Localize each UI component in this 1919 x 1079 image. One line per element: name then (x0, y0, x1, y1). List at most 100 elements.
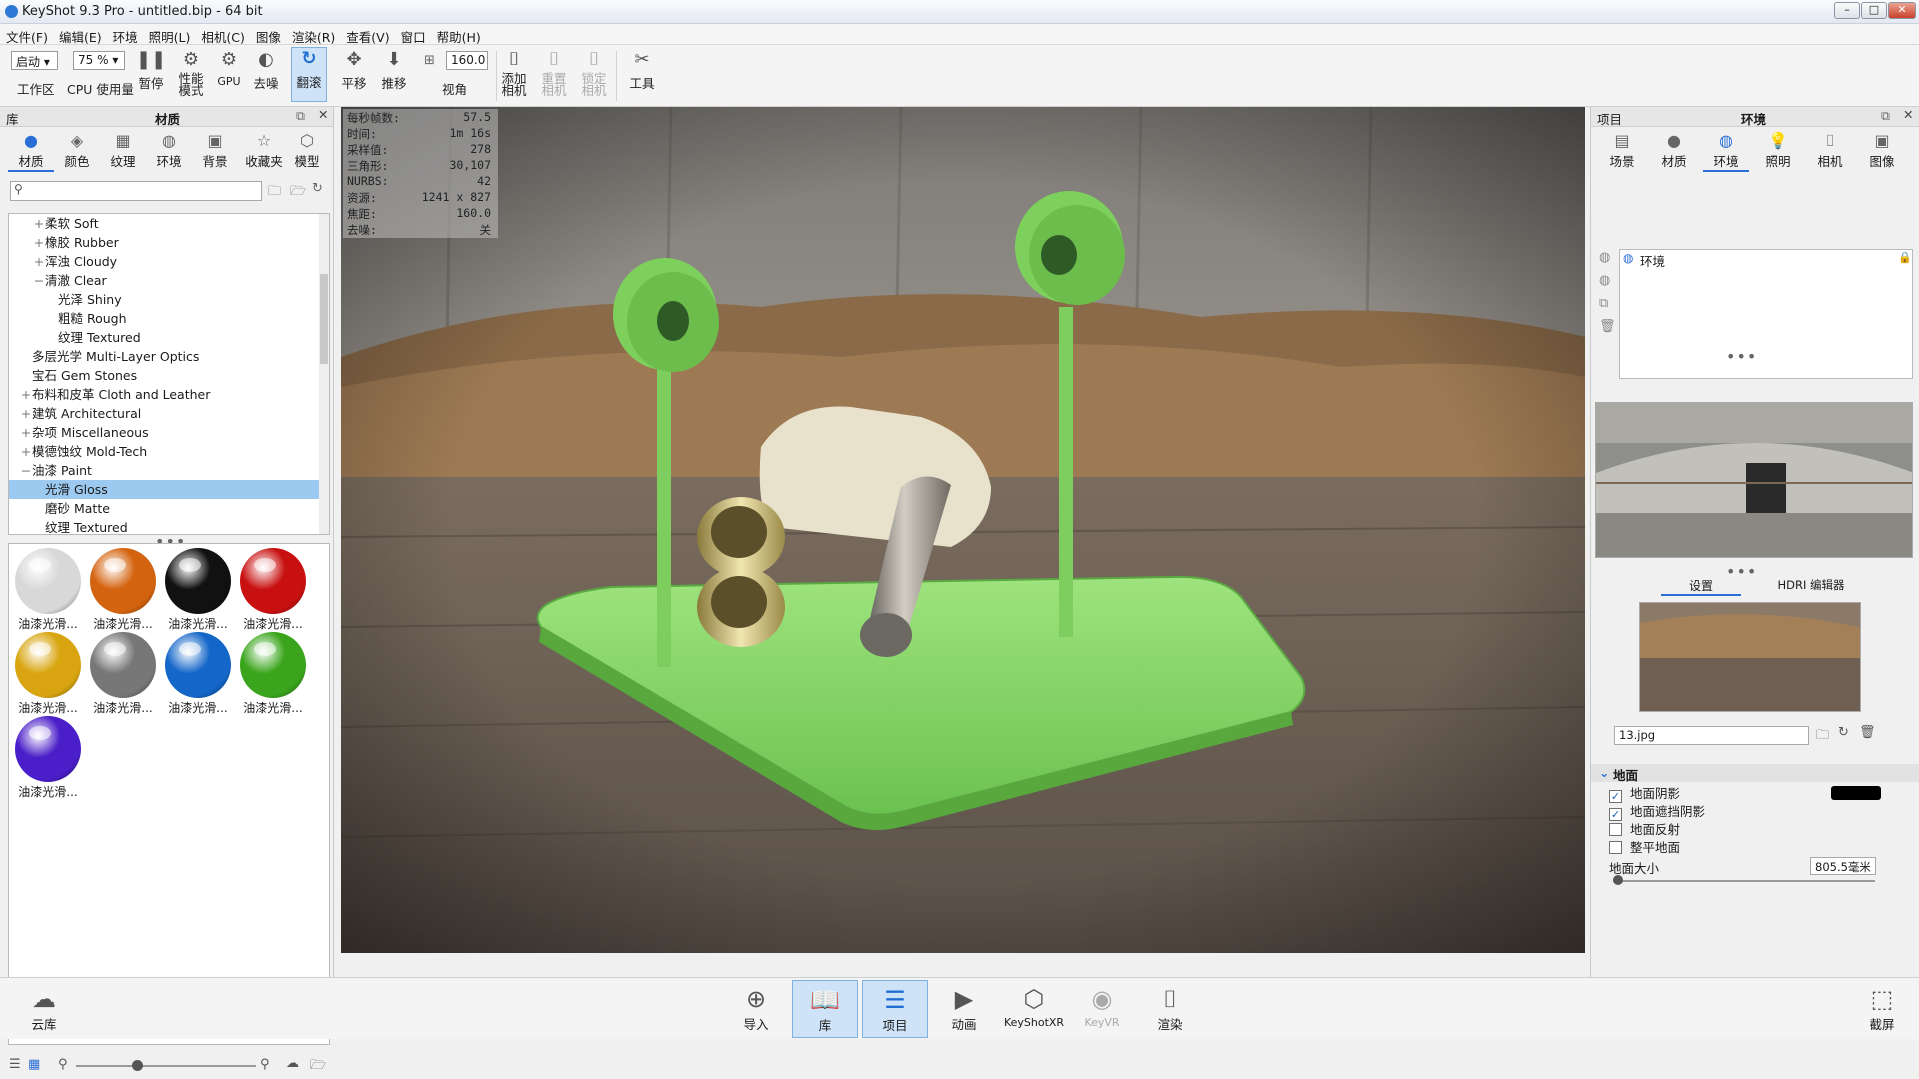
tree-item[interactable]: 磨砂 Matte (9, 499, 319, 518)
checkbox[interactable] (1609, 823, 1622, 836)
expand-toggle-icon[interactable]: − (20, 461, 32, 480)
reload-icon[interactable]: ↻ (1838, 725, 1849, 740)
zoom-in-icon[interactable]: ⚲ (260, 1057, 270, 1072)
tab-camera[interactable]: ⌷ 相机 (1807, 131, 1853, 170)
tab-environment[interactable]: ◍ 环境 (1703, 131, 1749, 172)
tab-models[interactable]: ⬡ 模型 (284, 131, 330, 170)
menu-file[interactable]: 文件(F) (0, 24, 53, 46)
tab-colors[interactable]: ◈ 颜色 (54, 131, 100, 170)
lock-camera-button[interactable]: ⌷ 锁定 相机 (578, 49, 610, 97)
menu-edit[interactable]: 编辑(E) (53, 24, 107, 46)
tree-item[interactable]: 多层光学 Multi-Layer Optics (9, 347, 319, 366)
reset-camera-button[interactable]: ⌷ 重置 相机 (538, 49, 570, 97)
tree-item[interactable]: 光滑 Gloss (9, 480, 319, 499)
menu-view[interactable]: 查看(V) (340, 24, 394, 46)
expand-toggle-icon[interactable]: + (20, 385, 32, 404)
tab-materials[interactable]: ● 材质 (8, 131, 54, 172)
ground-option[interactable]: ✓ 地面阴影 (1609, 785, 1680, 805)
library-search-input[interactable]: ⚲ (10, 181, 262, 201)
menu-image[interactable]: 图像 (250, 24, 286, 46)
tab-lighting[interactable]: 💡 照明 (1755, 131, 1801, 170)
undock-icon[interactable]: ⧉ (296, 108, 305, 124)
close-button[interactable]: ✕ (1888, 2, 1916, 19)
ground-option[interactable]: 整平地面 (1609, 839, 1680, 859)
render-viewport[interactable]: 每秒帧数: 57.5 时间: 1m 16s 采样值: 278 三角形: 30,107 NURBS… (341, 107, 1585, 953)
import-folder-icon[interactable]: 🗁 (310, 1056, 326, 1078)
expand-toggle-icon[interactable]: + (20, 423, 32, 442)
tree-item[interactable]: 光泽 Shiny (9, 290, 319, 309)
gpu-button[interactable]: ⚙ GPU (214, 49, 244, 88)
expand-toggle-icon[interactable]: + (33, 214, 45, 233)
tree-item[interactable]: +建筑 Architectural (9, 404, 319, 423)
list-view-icon[interactable]: ☰ (9, 1057, 21, 1072)
ground-section-header[interactable]: ⌄ 地面 (1591, 764, 1919, 783)
cloud-library-button[interactable]: ☁ 云库 (14, 984, 74, 1033)
expand-toggle-icon[interactable]: − (33, 271, 45, 290)
dolly-button[interactable]: ⬇ 推移 (378, 49, 410, 92)
slider-handle[interactable] (1613, 875, 1623, 885)
maximize-button[interactable]: □ (1861, 2, 1887, 19)
environment-file-input[interactable]: 13.jpg (1614, 726, 1809, 745)
performance-mode-button[interactable]: ⚙ 性能 模式 (175, 49, 207, 97)
material-thumbnail[interactable]: 油漆光滑... (88, 548, 158, 632)
lock-icon[interactable]: 🔒 (1898, 251, 1912, 264)
open-file-icon[interactable]: 🗀 (1816, 726, 1829, 748)
material-thumbnail[interactable]: 油漆光滑... (13, 548, 83, 632)
delete-icon[interactable]: 🗑 (1859, 725, 1876, 740)
material-thumbnail[interactable]: 油漆光滑... (163, 548, 233, 632)
keyshotxr-button[interactable]: ⬡ KeyShotXR (1000, 984, 1068, 1029)
tree-item[interactable]: 粗糙 Rough (9, 309, 319, 328)
fov-input[interactable]: 160.0 (446, 51, 488, 70)
tree-item[interactable]: 宝石 Gem Stones (9, 366, 319, 385)
tumble-button[interactable]: ↻ 翻滚 (291, 47, 327, 102)
checkbox[interactable]: ✓ (1609, 790, 1622, 803)
tab-environments[interactable]: ◍ 环境 (146, 131, 192, 170)
material-thumbnail[interactable]: 油漆光滑... (238, 632, 308, 716)
tab-backplates[interactable]: ▣ 背景 (192, 131, 238, 170)
pan-button[interactable]: ✥ 平移 (338, 49, 370, 92)
menu-lighting[interactable]: 照明(L) (143, 24, 196, 46)
hdri-preview[interactable] (1595, 402, 1913, 558)
close-icon[interactable]: ✕ (318, 107, 328, 122)
tree-item[interactable]: 纹理 Textured (9, 328, 319, 347)
thumbnail-size-slider[interactable] (76, 1065, 256, 1067)
tab-image[interactable]: ▣ 图像 (1859, 131, 1905, 170)
scrollbar-thumb[interactable] (320, 274, 328, 364)
splitter-handle[interactable]: ••• (1726, 347, 1757, 366)
project-button[interactable]: ☰ 项目 (862, 980, 928, 1038)
material-thumbnail[interactable]: 油漆光滑... (13, 716, 83, 800)
shadow-color-swatch[interactable] (1831, 786, 1881, 800)
animation-button[interactable]: ▶ 动画 (934, 984, 994, 1033)
material-thumbnail[interactable]: 油漆光滑... (88, 632, 158, 716)
tab-settings[interactable]: 设置 (1661, 577, 1741, 596)
tools-button[interactable]: ✂ 工具 (624, 49, 660, 92)
minimize-button[interactable]: – (1834, 2, 1860, 19)
material-thumbnail[interactable]: 油漆光滑... (163, 632, 233, 716)
ground-size-input[interactable]: 805.5毫米 (1810, 857, 1876, 875)
environment-item[interactable]: 环境 (1640, 251, 1665, 270)
tree-item[interactable]: −油漆 Paint (9, 461, 319, 480)
slider-handle[interactable] (132, 1060, 143, 1071)
tree-item[interactable]: +杂项 Miscellaneous (9, 423, 319, 442)
tree-item[interactable]: −清澈 Clear (9, 271, 319, 290)
tree-item[interactable]: +橡胶 Rubber (9, 233, 319, 252)
tab-favorites[interactable]: ☆ 收藏夹 (238, 131, 290, 170)
new-folder-icon[interactable]: 🗁 (290, 182, 306, 204)
workspace-select[interactable]: 启动 ▾ (11, 51, 58, 70)
tab-material[interactable]: ● 材质 (1651, 131, 1697, 170)
copy-environment-icon[interactable]: ⧉ (1599, 296, 1608, 311)
tree-item[interactable]: +模德蚀纹 Mold-Tech (9, 442, 319, 461)
delete-icon[interactable]: 🗑 (1599, 319, 1616, 334)
tab-hdri-editor[interactable]: HDRI 编辑器 (1761, 577, 1861, 593)
add-environment-icon[interactable]: ◍ (1599, 250, 1610, 265)
close-icon[interactable]: ✕ (1903, 107, 1913, 122)
material-thumbnail[interactable]: 油漆光滑... (238, 548, 308, 632)
duplicate-environment-icon[interactable]: ◍ (1599, 273, 1610, 288)
menu-help[interactable]: 帮助(H) (431, 24, 486, 46)
checkbox[interactable] (1609, 841, 1622, 854)
tree-item[interactable]: +布料和皮革 Cloth and Leather (9, 385, 319, 404)
denoise-button[interactable]: ◐ 去噪 (251, 49, 281, 92)
refresh-icon[interactable]: ↻ (312, 181, 323, 196)
expand-toggle-icon[interactable]: + (33, 252, 45, 271)
ground-option[interactable]: 地面反射 (1609, 821, 1680, 841)
